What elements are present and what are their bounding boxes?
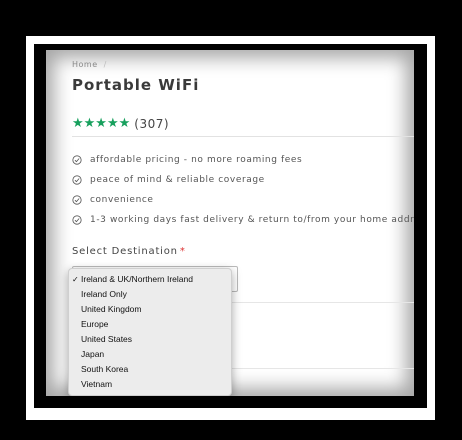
destination-dropdown-menu: ✓ Ireland & UK/Northern Ireland Ireland … [68,268,232,396]
rating-count[interactable]: (307) [134,117,169,131]
checkmark-icon: ✓ [72,275,79,284]
dropdown-option[interactable]: Vietnam [69,377,231,392]
feature-item: affordable pricing - no more roaming fee… [72,150,414,170]
option-label: Europe [81,319,109,329]
dropdown-option[interactable]: United Kingdom [69,302,231,317]
feature-item: convenience [72,190,414,210]
dropdown-option[interactable]: Japan [69,347,231,362]
destination-label: Select Destination * [72,246,186,257]
check-circle-icon [72,155,82,165]
breadcrumb-home-link[interactable]: Home [72,60,98,69]
product-rating[interactable]: ★★★★★ (307) [72,116,169,131]
check-circle-icon [72,215,82,225]
feature-list: affordable pricing - no more roaming fee… [72,150,414,230]
feature-text: affordable pricing - no more roaming fee… [90,155,303,165]
check-circle-icon [72,195,82,205]
breadcrumb-separator: / [103,60,107,69]
feature-item: peace of mind & reliable coverage [72,170,414,190]
option-label: United Kingdom [81,304,142,314]
feature-text: convenience [90,195,154,205]
option-label: Ireland & UK/Northern Ireland [81,274,193,284]
check-circle-icon [72,175,82,185]
feature-item: 1-3 working days fast delivery & return … [72,210,414,230]
required-marker: * [179,246,186,257]
rating-stars: ★★★★★ [72,116,131,131]
product-page: Home / Portable WiFi ★★★★★ (307) afforda… [46,50,414,396]
rating-divider [72,136,414,137]
dropdown-option-selected[interactable]: ✓ Ireland & UK/Northern Ireland [69,272,231,287]
feature-text: peace of mind & reliable coverage [90,175,265,185]
option-label: United States [81,334,133,344]
feature-text: 1-3 working days fast delivery & return … [90,215,414,225]
dropdown-option[interactable]: South Korea [69,362,231,377]
dropdown-option[interactable]: Europe [69,317,231,332]
option-label: Vietnam [81,379,113,389]
dropdown-option[interactable]: Ireland Only [69,287,231,302]
dropdown-option[interactable]: United States [69,332,231,347]
breadcrumb: Home / [72,60,107,69]
option-label: Ireland Only [81,289,127,299]
option-label: Japan [81,349,105,359]
option-label: South Korea [81,364,129,374]
destination-label-text: Select Destination [72,246,178,257]
page-title: Portable WiFi [72,76,200,94]
